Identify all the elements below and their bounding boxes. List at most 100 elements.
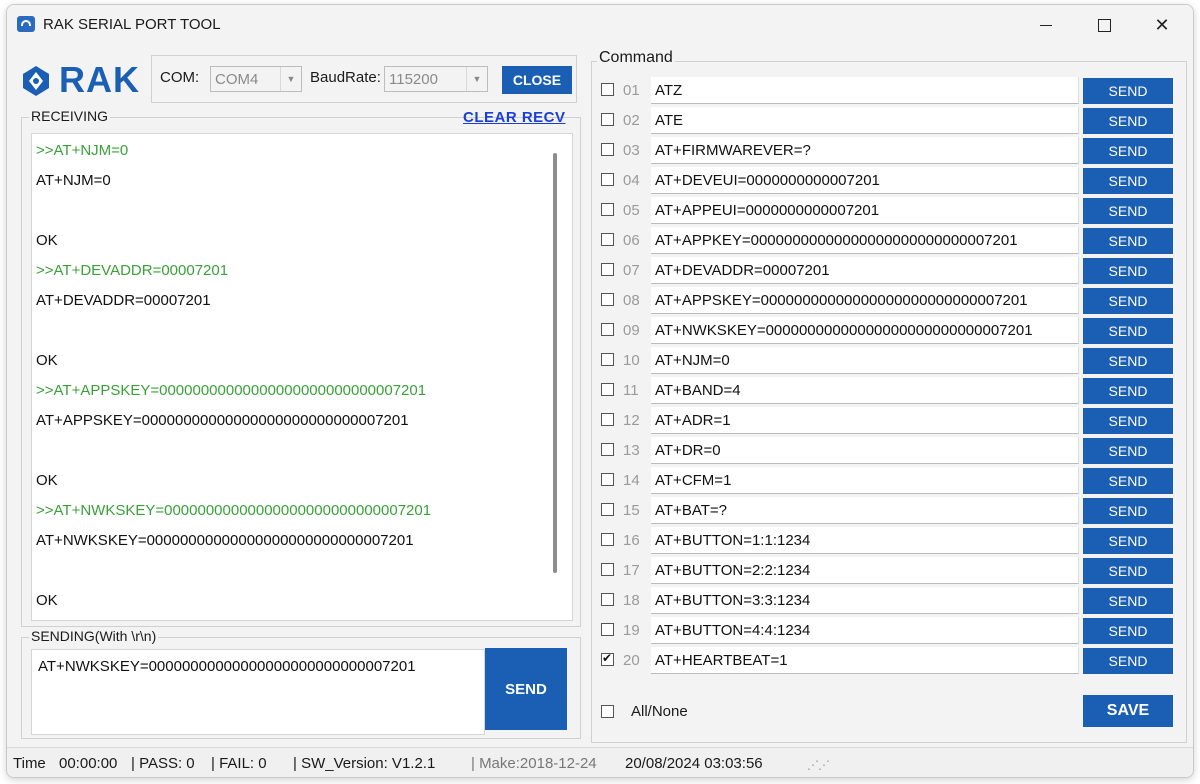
command-input[interactable]: AT+APPKEY=000000000000000000000000000072… xyxy=(651,227,1079,254)
send-button[interactable]: SEND xyxy=(485,648,567,730)
close-window-button[interactable]: ✕ xyxy=(1133,5,1191,45)
command-checkbox[interactable] xyxy=(601,113,614,126)
command-checkbox[interactable] xyxy=(601,503,614,516)
command-send-button[interactable]: SEND xyxy=(1083,168,1173,194)
command-send-button[interactable]: SEND xyxy=(1083,648,1173,674)
command-index: 16 xyxy=(623,532,640,549)
command-index: 07 xyxy=(623,262,640,279)
command-input-value: AT+ADR=1 xyxy=(655,412,731,429)
command-checkbox[interactable] xyxy=(601,413,614,426)
command-input[interactable]: AT+FIRMWAREVER=? xyxy=(651,137,1079,164)
command-send-button[interactable]: SEND xyxy=(1083,78,1173,104)
command-send-button[interactable]: SEND xyxy=(1083,198,1173,224)
command-checkbox[interactable] xyxy=(601,353,614,366)
command-input[interactable]: AT+HEARTBEAT=1 xyxy=(651,647,1079,674)
command-row: 07 AT+DEVADDR=00007201 SEND xyxy=(599,257,1179,285)
save-button[interactable]: SAVE xyxy=(1083,695,1173,727)
maximize-icon xyxy=(1097,18,1111,32)
command-input[interactable]: ATE xyxy=(651,107,1079,134)
command-row: 14 AT+CFM=1 SEND xyxy=(599,467,1179,495)
command-send-button[interactable]: SEND xyxy=(1083,408,1173,434)
clear-recv-link[interactable]: CLEAR RECV xyxy=(463,109,566,126)
command-input[interactable]: AT+NWKSKEY=00000000000000000000000000007… xyxy=(651,317,1079,344)
receive-log[interactable]: >>AT+NJM=0 AT+NJM=0 OK >>AT+DEVADDR=0000720… xyxy=(31,133,573,621)
app-icon xyxy=(17,16,35,32)
response-line: AT+DEVADDR=00007201 xyxy=(36,292,211,309)
close-port-button[interactable]: CLOSE xyxy=(502,66,572,94)
command-input-value: AT+NWKSKEY=00000000000000000000000000007… xyxy=(655,322,1033,339)
command-input[interactable]: AT+ADR=1 xyxy=(651,407,1079,434)
command-input[interactable]: AT+BUTTON=4:4:1234 xyxy=(651,617,1079,644)
command-send-button[interactable]: SEND xyxy=(1083,258,1173,284)
command-row: 16 AT+BUTTON=1:1:1234 SEND xyxy=(599,527,1179,555)
baud-select-value: 115200 xyxy=(389,71,438,88)
command-input[interactable]: AT+APPSKEY=00000000000000000000000000007… xyxy=(651,287,1079,314)
command-input[interactable]: AT+BUTTON=2:2:1234 xyxy=(651,557,1079,584)
command-input[interactable]: AT+CFM=1 xyxy=(651,467,1079,494)
command-checkbox[interactable] xyxy=(601,623,614,636)
command-send-button[interactable]: SEND xyxy=(1083,468,1173,494)
command-input[interactable]: AT+DEVEUI=0000000000007201 xyxy=(651,167,1079,194)
receive-scrollbar[interactable] xyxy=(553,153,557,573)
command-input-value: AT+CFM=1 xyxy=(655,472,732,489)
response-line: OK xyxy=(36,592,58,609)
command-send-button[interactable]: SEND xyxy=(1083,558,1173,584)
command-send-button[interactable]: SEND xyxy=(1083,138,1173,164)
command-input-value: AT+DEVADDR=00007201 xyxy=(655,262,830,279)
sending-title: SENDING(With \r\n) xyxy=(29,628,159,644)
command-send-button[interactable]: SEND xyxy=(1083,108,1173,134)
command-checkbox[interactable] xyxy=(601,83,614,96)
command-checkbox[interactable] xyxy=(601,443,614,456)
response-line: AT+NWKSKEY=00000000000000000000000000007… xyxy=(36,532,414,549)
command-checkbox[interactable] xyxy=(601,473,614,486)
command-send-button[interactable]: SEND xyxy=(1083,528,1173,554)
command-send-button[interactable]: SEND xyxy=(1083,618,1173,644)
resize-grip-icon[interactable]: ⋰⋰ xyxy=(807,758,830,772)
command-index: 09 xyxy=(623,322,640,339)
baud-select[interactable]: 115200 ▼ xyxy=(384,66,488,92)
command-input[interactable]: AT+APPEUI=0000000000007201 xyxy=(651,197,1079,224)
command-send-button[interactable]: SEND xyxy=(1083,498,1173,524)
command-checkbox[interactable] xyxy=(601,173,614,186)
command-checkbox[interactable] xyxy=(601,533,614,546)
command-input[interactable]: AT+BAND=4 xyxy=(651,377,1079,404)
command-input-value: AT+FIRMWAREVER=? xyxy=(655,142,811,159)
maximize-button[interactable] xyxy=(1075,5,1133,45)
command-send-button[interactable]: SEND xyxy=(1083,228,1173,254)
command-checkbox[interactable] xyxy=(601,383,614,396)
command-input-value: AT+BAND=4 xyxy=(655,382,741,399)
command-index: 03 xyxy=(623,142,640,159)
command-send-button[interactable]: SEND xyxy=(1083,588,1173,614)
command-send-button[interactable]: SEND xyxy=(1083,378,1173,404)
command-checkbox[interactable] xyxy=(601,233,614,246)
command-checkbox[interactable] xyxy=(601,203,614,216)
command-input[interactable]: AT+BAT=? xyxy=(651,497,1079,524)
command-checkbox[interactable] xyxy=(601,563,614,576)
command-checkbox[interactable] xyxy=(601,143,614,156)
send-input[interactable]: AT+NWKSKEY=00000000000000000000000000007… xyxy=(31,649,485,735)
status-sw-version: | SW_Version: V1.2.1 xyxy=(293,755,436,772)
command-send-button[interactable]: SEND xyxy=(1083,348,1173,374)
command-checkbox[interactable] xyxy=(601,323,614,336)
command-send-button[interactable]: SEND xyxy=(1083,318,1173,344)
command-row: 11 AT+BAND=4 SEND xyxy=(599,377,1179,405)
command-input[interactable]: AT+DR=0 xyxy=(651,437,1079,464)
command-input[interactable]: ATZ xyxy=(651,77,1079,104)
command-checkbox[interactable] xyxy=(601,293,614,306)
all-none-checkbox[interactable] xyxy=(601,705,614,718)
command-row: 08 AT+APPSKEY=000000000000000000000000000… xyxy=(599,287,1179,315)
command-input[interactable]: AT+BUTTON=3:3:1234 xyxy=(651,587,1079,614)
command-checkbox[interactable] xyxy=(601,651,614,666)
command-input[interactable]: AT+DEVADDR=00007201 xyxy=(651,257,1079,284)
command-input-value: AT+BAT=? xyxy=(655,502,727,519)
command-send-button[interactable]: SEND xyxy=(1083,288,1173,314)
command-checkbox[interactable] xyxy=(601,263,614,276)
command-index: 08 xyxy=(623,292,640,309)
command-input[interactable]: AT+BUTTON=1:1:1234 xyxy=(651,527,1079,554)
command-row: 12 AT+ADR=1 SEND xyxy=(599,407,1179,435)
command-checkbox[interactable] xyxy=(601,593,614,606)
minimize-button[interactable] xyxy=(1017,5,1075,45)
command-input[interactable]: AT+NJM=0 xyxy=(651,347,1079,374)
command-send-button[interactable]: SEND xyxy=(1083,438,1173,464)
com-select[interactable]: COM4 ▼ xyxy=(210,66,302,92)
